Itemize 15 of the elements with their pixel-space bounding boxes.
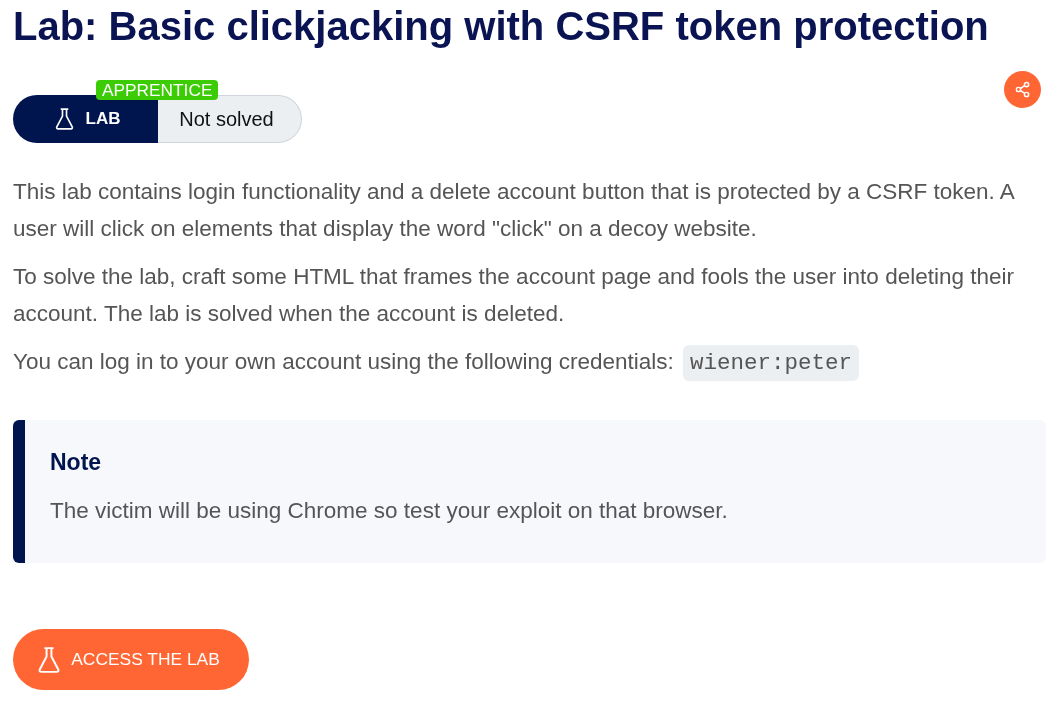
lab-status: Not solved bbox=[158, 95, 302, 143]
share-icon bbox=[1014, 81, 1031, 98]
flask-icon bbox=[54, 108, 74, 130]
share-button[interactable] bbox=[1004, 71, 1041, 108]
paragraph-text: You can log in to your own account using the following credentials: bbox=[13, 349, 675, 374]
paragraph: To solve the lab, craft some HTML that frames the account page and fools the user into deleting their account. The lab is solved when the account is deleted. bbox=[13, 263, 1015, 328]
flask-icon bbox=[38, 645, 61, 674]
note-heading: Note bbox=[50, 448, 103, 476]
access-lab-button[interactable]: ACCESS THE LAB bbox=[13, 629, 249, 690]
level-tag: APPRENTICE bbox=[96, 80, 219, 100]
credentials-code: wiener:peter bbox=[683, 345, 860, 381]
page-title: Lab: Basic clickjacking with CSRF token protection bbox=[13, 4, 989, 48]
note-text: The victim will be using Chrome so test your exploit on that browser. bbox=[50, 497, 729, 525]
lab-label: LAB bbox=[85, 109, 121, 129]
paragraph: This lab contains login functionality and a delete account button that is protected by a CSRF token. A user will click on elements that display the word "click" on a decoy website. bbox=[13, 178, 1016, 243]
